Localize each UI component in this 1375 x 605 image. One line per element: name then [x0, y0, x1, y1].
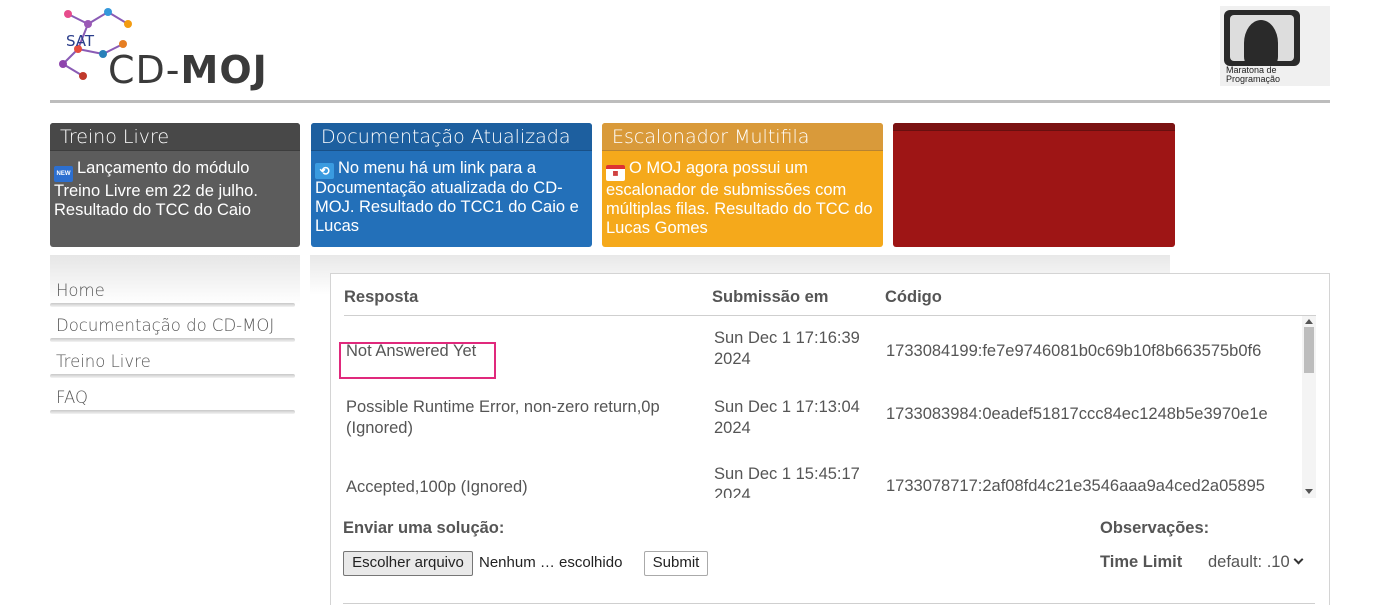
column-header-response: Resposta	[344, 288, 419, 306]
news-box-escalonador: Escalonador Multifila ▦ O MOJ agora possu…	[602, 123, 883, 247]
response-cell: Not Answered Yet	[346, 342, 477, 360]
logo-text-light: CD-	[108, 48, 181, 92]
maratona-head-icon	[1224, 10, 1300, 66]
table-row: Accepted,100p (Ignored) Sun Dec 1 15:45:…	[331, 460, 1301, 498]
new-badge-icon: NEW	[54, 166, 73, 182]
calendar-icon: ▦	[606, 165, 625, 181]
file-input[interactable]: Escolher arquivo Nenhum … escolhido	[343, 551, 634, 576]
news-body: NEW Lançamento do módulo Treino Livre em …	[50, 151, 300, 220]
news-title: Treino Livre	[50, 123, 300, 151]
news-body: ▦ O MOJ agora possui um escalonador de su…	[602, 151, 883, 238]
observations-label: Observações:	[1100, 519, 1210, 537]
table-row: Possible Runtime Error, non-zero return,…	[331, 393, 1301, 459]
time-limit-value: default: .10	[1208, 553, 1290, 571]
submit-button[interactable]: Submit	[644, 551, 708, 576]
maratona-logo[interactable]: Maratona de Programação	[1220, 6, 1330, 86]
submitted-at-cell: Sun Dec 1 17:16:39 2024	[714, 329, 860, 368]
sidebar-menu: Home Documentação do CD-MOJ Treino Livre…	[50, 255, 300, 420]
header-divider	[50, 100, 1330, 103]
scrollbar-thumb[interactable]	[1304, 327, 1314, 373]
news-text: No menu há um link para a Documentação a…	[315, 159, 579, 235]
sidebar-item-faq[interactable]: FAQ	[50, 382, 300, 414]
code-cell[interactable]: 1733078717:2af08fd4c21e3546aaa9a4ced2a05…	[886, 477, 1306, 496]
submitted-at-cell: Sun Dec 1 17:13:04 2024	[714, 398, 860, 437]
logo-sat-text: SAT	[66, 32, 95, 50]
submissions-table: Not Answered Yet Sun Dec 1 17:16:39 2024…	[331, 316, 1316, 498]
choose-file-button[interactable]: Escolher arquivo	[343, 551, 473, 576]
news-title	[893, 123, 1175, 131]
news-box-treino-livre: Treino Livre NEW Lançamento do módulo Tre…	[50, 123, 300, 247]
header: SAT CD-MOJ Maratona de Programação	[0, 0, 1375, 105]
send-solution-label: Enviar uma solução:	[343, 519, 505, 537]
refresh-icon: ⟲	[315, 163, 334, 179]
response-cell: Accepted,100p (Ignored)	[346, 478, 528, 496]
table-row: Not Answered Yet Sun Dec 1 17:16:39 2024…	[331, 326, 1301, 392]
main-panel: Resposta Submissão em Código Not Answere…	[330, 273, 1330, 605]
maratona-label: Maratona de Programação	[1226, 65, 1281, 84]
logo-text: CD-MOJ	[108, 48, 268, 92]
code-cell[interactable]: 1733083984:0eadef51817ccc84ec1248b5e3970…	[886, 405, 1306, 424]
sidebar-item-documentacao[interactable]: Documentação do CD-MOJ	[50, 310, 300, 342]
bottom-divider	[343, 603, 1315, 604]
scroll-up-arrow-icon[interactable]	[1305, 319, 1313, 324]
response-cell: Possible Runtime Error, non-zero return,…	[346, 398, 660, 437]
table-scrollbar[interactable]	[1302, 316, 1316, 498]
chevron-down-icon	[1293, 554, 1304, 565]
cd-moj-logo[interactable]: SAT CD-MOJ	[48, 4, 268, 94]
scroll-down-arrow-icon[interactable]	[1305, 489, 1313, 494]
time-limit-select[interactable]: default: .10	[1208, 553, 1304, 572]
news-body: ⟲ No menu há um link para a Documentação …	[311, 151, 592, 236]
code-cell[interactable]: 1733084199:fe7e9746081b0c69b10f8b663575b…	[886, 342, 1306, 361]
file-name-text: Nenhum … escolhido	[479, 554, 623, 571]
time-limit-label: Time Limit	[1100, 553, 1183, 571]
submitted-at-cell: Sun Dec 1 15:45:17 2024	[714, 465, 860, 498]
news-title: Escalonador Multifila	[602, 123, 883, 151]
sidebar-item-home[interactable]: Home	[50, 275, 300, 307]
news-box-documentacao: Documentação Atualizada ⟲ No menu há um l…	[311, 123, 592, 247]
logo-text-bold: MOJ	[180, 48, 268, 92]
column-header-submitted-at: Submissão em	[712, 288, 829, 306]
news-title: Documentação Atualizada	[311, 123, 592, 151]
column-header-code: Código	[885, 288, 942, 306]
news-box-empty	[893, 123, 1175, 247]
sidebar-item-treino-livre[interactable]: Treino Livre	[50, 346, 300, 378]
news-text: Lançamento do módulo Treino Livre em 22 …	[54, 159, 258, 219]
news-text: O MOJ agora possui um escalonador de sub…	[606, 159, 873, 237]
